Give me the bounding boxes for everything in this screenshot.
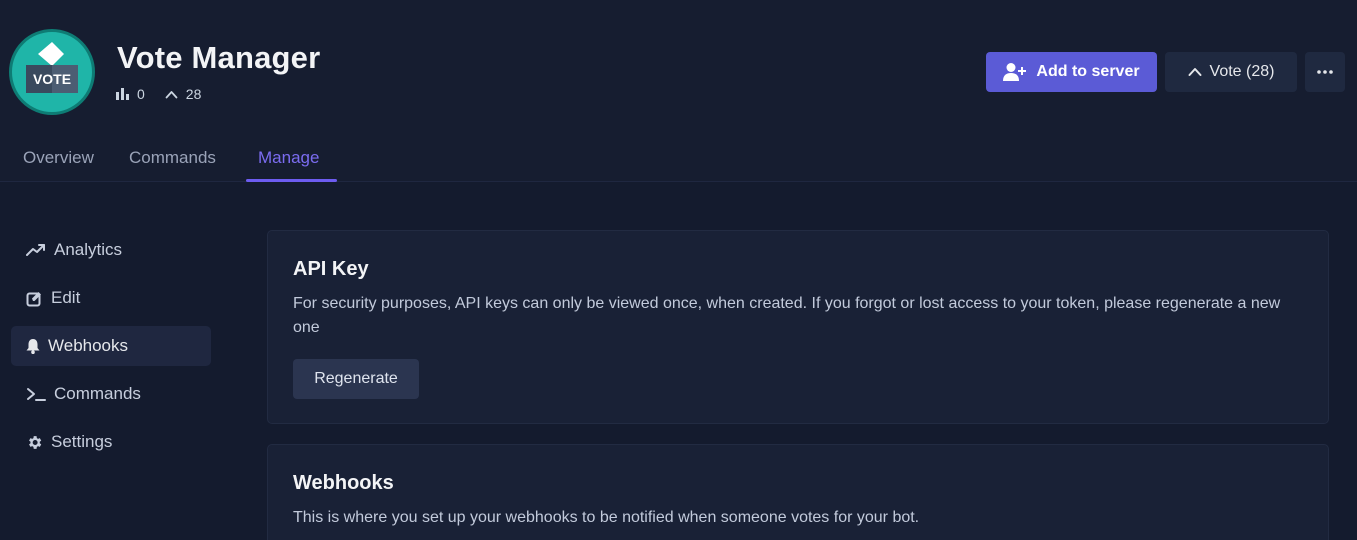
chevron-up-icon (165, 90, 178, 98)
api-key-card: API Key For security purposes, API keys … (267, 230, 1329, 424)
sidebar-item-label: Edit (51, 288, 81, 307)
bot-logo: VOTE (9, 29, 95, 115)
sidebar-item-commands[interactable]: Commands (11, 374, 211, 414)
add-to-server-button[interactable]: Add to server (986, 52, 1157, 92)
vote-button[interactable]: Vote (28) (1165, 52, 1297, 92)
sidebar-item-analytics[interactable]: Analytics (11, 230, 211, 270)
server-count: 0 (137, 86, 145, 102)
bar-chart-icon (116, 88, 129, 100)
add-to-server-label: Add to server (1036, 63, 1140, 80)
page-title: Vote Manager (117, 40, 321, 75)
sidebar-item-label: Webhooks (48, 336, 129, 355)
sidebar-item-label: Commands (54, 384, 141, 403)
api-key-title: API Key (293, 258, 369, 280)
vote-label: Vote (28) (1209, 63, 1275, 80)
trending-up-icon (26, 244, 45, 256)
server-count-stat: 0 (116, 86, 145, 102)
bot-stats: 0 28 (116, 86, 221, 102)
tab-manage[interactable]: Manage (258, 148, 319, 168)
bot-header: VOTE Vote Manager 0 28 Add to server Vot… (0, 0, 1357, 182)
logo-text: VOTE (33, 71, 71, 87)
webhooks-card: Webhooks This is where you set up your w… (267, 444, 1329, 540)
more-horizontal-icon (1317, 70, 1333, 74)
vote-count-stat: 28 (165, 86, 202, 102)
ballot-box-icon: VOTE (26, 42, 78, 93)
tab-overview[interactable]: Overview (23, 148, 94, 168)
sidebar-item-label: Settings (51, 432, 113, 451)
bell-icon (26, 339, 40, 354)
chevron-up-icon (1188, 68, 1202, 76)
more-options-button[interactable] (1305, 52, 1345, 92)
sidebar-item-webhooks[interactable]: Webhooks (11, 326, 211, 366)
webhooks-title: Webhooks (293, 472, 394, 494)
edit-icon (26, 291, 41, 306)
user-plus-icon (1003, 63, 1027, 81)
api-key-description: For security purposes, API keys can only… (293, 295, 1281, 336)
terminal-icon (27, 388, 46, 401)
sidebar-item-settings[interactable]: Settings (11, 422, 211, 462)
sidebar-item-label: Analytics (54, 240, 123, 259)
active-tab-indicator (246, 179, 337, 182)
gear-icon (29, 435, 42, 449)
sidebar-item-edit[interactable]: Edit (11, 278, 211, 318)
vote-count: 28 (185, 86, 202, 102)
webhooks-description: This is where you set up your webhooks t… (293, 509, 920, 526)
regenerate-button[interactable]: Regenerate (293, 359, 419, 399)
tab-commands[interactable]: Commands (129, 148, 216, 168)
